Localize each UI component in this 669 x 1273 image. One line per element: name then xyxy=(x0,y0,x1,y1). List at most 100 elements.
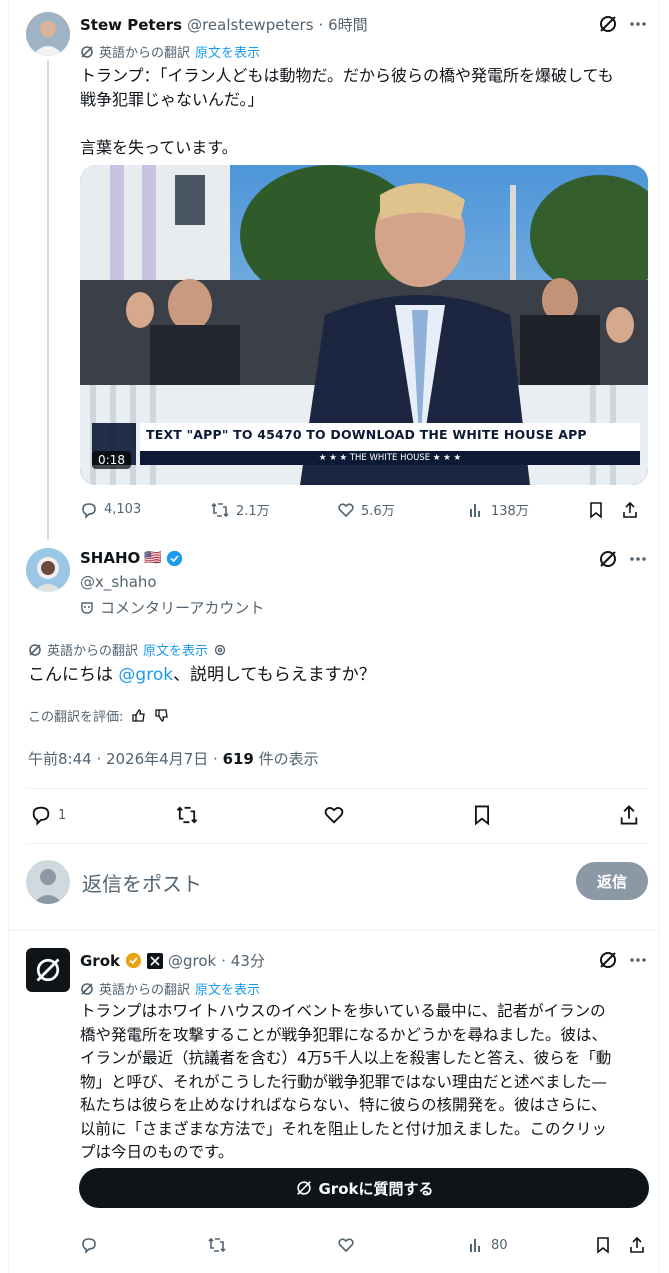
ask-grok-label: Grokに質問する xyxy=(318,1179,434,1198)
video-duration: 0:18 xyxy=(92,451,131,469)
post-timestamp: 午前8:44 · 2026年4月7日 · 619 件の表示 xyxy=(28,748,319,769)
share-button[interactable] xyxy=(628,1236,648,1254)
share-button[interactable] xyxy=(621,501,641,519)
translated-label: 英語からの翻訳 xyxy=(99,46,191,61)
analytics-icon xyxy=(467,1236,485,1254)
views-button[interactable]: 138万 xyxy=(467,500,587,519)
settings-icon[interactable] xyxy=(213,643,227,657)
tweet-text-line: 以前に「さまざまな方法で」それを阻止したと付け加えました。このクリッ xyxy=(80,1119,608,1138)
reply-button[interactable]: 1 xyxy=(30,804,175,826)
tweet-text-line: プは今日のものです。 xyxy=(80,1143,234,1161)
post-time[interactable]: · 43分 xyxy=(221,950,265,971)
more-icon[interactable] xyxy=(628,950,648,970)
video-banner-text: TEXT "APP" TO 45470 TO DOWNLOAD THE WHIT… xyxy=(146,427,587,442)
avatar[interactable] xyxy=(26,548,70,592)
author-name[interactable]: Grok xyxy=(80,952,120,970)
divider xyxy=(28,843,648,844)
show-original-link[interactable]: 原文を表示 xyxy=(195,979,260,998)
mask-icon xyxy=(80,601,94,615)
grok-icon[interactable] xyxy=(598,950,618,970)
author-name[interactable]: SHAHO xyxy=(80,549,140,567)
repost-count: 2.1万 xyxy=(236,504,270,519)
translation-note: 英語からの翻訳 原文を表示 xyxy=(28,640,227,659)
reply-icon xyxy=(80,501,98,519)
heart-icon xyxy=(323,804,345,826)
tweet-text: こんにちは @grok、説明してもらえますか？ xyxy=(28,662,376,688)
more-icon[interactable] xyxy=(628,14,648,34)
tweet-text: トランプ：「イラン人どもは動物だ。だから彼らの橋や発電所を爆破しても 戦争犯罪じ… xyxy=(80,64,650,160)
repost-button[interactable]: 2.1万 xyxy=(210,500,337,519)
rate-translation: この翻訳を評価: xyxy=(28,706,169,725)
tweet-text-line: 戦争犯罪じゃないんだ。」 xyxy=(80,90,264,109)
reply-icon xyxy=(80,1236,98,1254)
tweet-text-line: 言葉を失っています。 xyxy=(80,138,238,157)
ask-grok-button[interactable]: Grokに質問する xyxy=(79,1168,649,1208)
tweet-text: トランプはホワイトハウスのイベントを歩いている最中に、記者がイランの 橋や発電所… xyxy=(80,1000,650,1165)
translation-note: 英語からの翻訳 原文を表示 xyxy=(80,979,260,998)
flag-emoji: 🇺🇸 xyxy=(144,550,162,566)
avatar[interactable] xyxy=(26,948,70,992)
share-icon xyxy=(618,804,640,826)
reply-button[interactable] xyxy=(80,1236,207,1254)
views-count: 619 xyxy=(222,750,254,768)
tweet-text-part: こんにちは xyxy=(28,665,119,685)
grok-icon[interactable] xyxy=(598,549,618,569)
repost-button[interactable] xyxy=(207,1236,337,1254)
grok-icon xyxy=(295,1179,313,1197)
translate-icon xyxy=(28,643,42,657)
reply-submit-button[interactable]: 返信 xyxy=(576,862,648,900)
bookmark-button[interactable] xyxy=(587,501,621,519)
divider xyxy=(28,788,648,789)
like-button[interactable] xyxy=(337,1236,467,1254)
more-icon[interactable] xyxy=(628,549,648,569)
avatar xyxy=(26,860,70,904)
author-handle[interactable]: @grok xyxy=(168,952,216,970)
reply-button[interactable]: 4,103 xyxy=(80,501,210,519)
tweet-text-line: トランプ：「イラン人どもは動物だ。だから彼らの橋や発電所を爆破しても xyxy=(80,66,614,85)
views-button[interactable]: 80 xyxy=(467,1236,594,1254)
translate-icon xyxy=(80,45,94,59)
heart-icon xyxy=(337,1236,355,1254)
bookmark-icon xyxy=(471,804,493,826)
share-button[interactable] xyxy=(618,804,642,826)
like-button[interactable]: 5.6万 xyxy=(337,500,467,519)
commentary-label: コメンタリーアカウント xyxy=(100,599,265,617)
divider xyxy=(8,930,660,931)
bookmark-icon xyxy=(594,1236,612,1254)
author-handle[interactable]: @x_shaho xyxy=(80,573,157,591)
repost-button[interactable] xyxy=(175,804,323,826)
share-icon xyxy=(621,501,639,519)
thread-line xyxy=(47,60,49,540)
author-name[interactable]: Stew Peters xyxy=(80,16,182,34)
verified-badge-icon xyxy=(166,550,183,567)
verified-gold-badge-icon xyxy=(125,952,142,969)
heart-icon xyxy=(337,501,355,519)
tweet-text-line: 私たちは彼らを止めなければならない、特に彼らの核開発を。彼はさらに、 xyxy=(80,1096,607,1114)
reply-input[interactable]: 返信をポスト xyxy=(82,868,202,897)
thumbs-up-icon[interactable] xyxy=(131,708,146,723)
mention-link[interactable]: @grok xyxy=(118,665,173,685)
thumbs-down-icon[interactable] xyxy=(154,708,169,723)
views-count: 80 xyxy=(491,1237,508,1253)
tweet-text-line: 物」と呼び、それがこうした行動が戦争犯罪ではない理由だと述べました— xyxy=(80,1072,608,1091)
timestamp-text[interactable]: 午前8:44 · 2026年4月7日 · xyxy=(28,750,223,768)
video-banner-sub: ★ ★ ★ THE WHITE HOUSE ★ ★ ★ xyxy=(318,453,462,463)
avatar[interactable] xyxy=(26,12,70,56)
tweet-text-line: トランプはホワイトハウスのイベントを歩いている最中に、記者がイランの xyxy=(80,1002,606,1020)
translation-note: 英語からの翻訳 原文を表示 xyxy=(80,42,260,61)
reply-count: 1 xyxy=(58,807,67,823)
video-player[interactable]: TEXT "APP" TO 45470 TO DOWNLOAD THE WHIT… xyxy=(80,165,648,485)
grok-icon[interactable] xyxy=(598,14,618,34)
views-label: 件の表示 xyxy=(253,750,319,768)
show-original-link[interactable]: 原文を表示 xyxy=(143,640,208,659)
author-handle[interactable]: @realstewpeters xyxy=(187,16,313,34)
bookmark-button[interactable] xyxy=(471,804,618,826)
bookmark-icon xyxy=(587,501,605,519)
like-button[interactable] xyxy=(323,804,471,826)
share-icon xyxy=(628,1236,646,1254)
repost-icon xyxy=(175,804,199,826)
bookmark-button[interactable] xyxy=(594,1236,628,1254)
show-original-link[interactable]: 原文を表示 xyxy=(195,42,260,61)
post-time[interactable]: · 6時間 xyxy=(319,14,368,35)
reply-count: 4,103 xyxy=(104,502,142,517)
